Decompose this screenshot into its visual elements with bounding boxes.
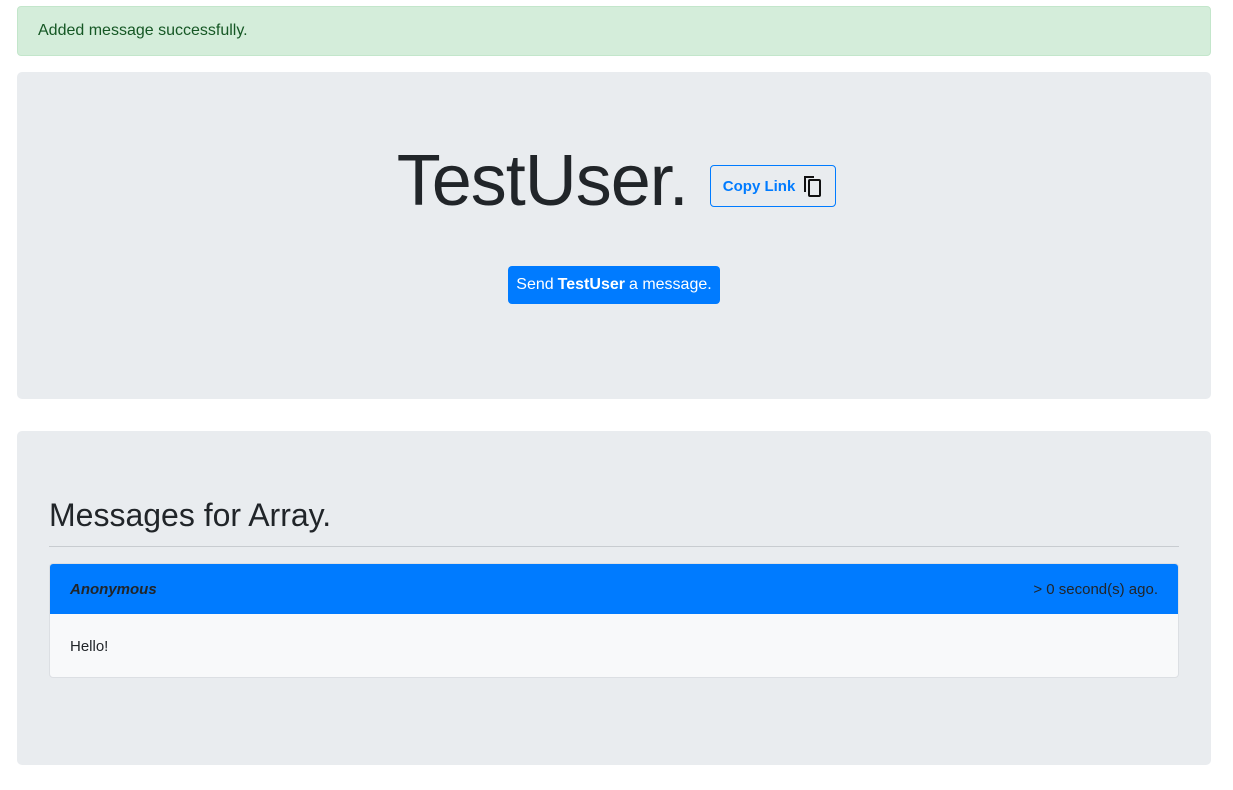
alert-text: Added message successfully. xyxy=(38,22,248,39)
message-body: Hello! xyxy=(70,637,109,655)
send-prefix: Send xyxy=(516,276,554,293)
messages-divider xyxy=(49,546,1179,547)
send-suffix: a message. xyxy=(628,276,712,293)
success-alert: Added message successfully. xyxy=(17,6,1211,56)
message-time: > 0 second(s) ago. xyxy=(1033,580,1158,598)
copy-icon xyxy=(801,174,823,198)
profile-title-row: TestUser. Copy Link xyxy=(0,138,1233,224)
copy-link-label: Copy Link xyxy=(722,177,796,195)
send-username: TestUser xyxy=(557,276,625,293)
message-card-header: Anonymous > 0 second(s) ago. xyxy=(50,564,1178,614)
message-card: Anonymous > 0 second(s) ago. Hello! xyxy=(49,563,1179,678)
copy-link-button[interactable]: Copy Link xyxy=(709,165,837,207)
message-author: Anonymous xyxy=(70,580,157,598)
send-message-button[interactable]: Send TestUser a message. xyxy=(508,266,720,304)
profile-panel xyxy=(17,72,1211,399)
profile-title: TestUser. xyxy=(396,141,689,221)
messages-heading: Messages for Array. xyxy=(49,497,332,533)
